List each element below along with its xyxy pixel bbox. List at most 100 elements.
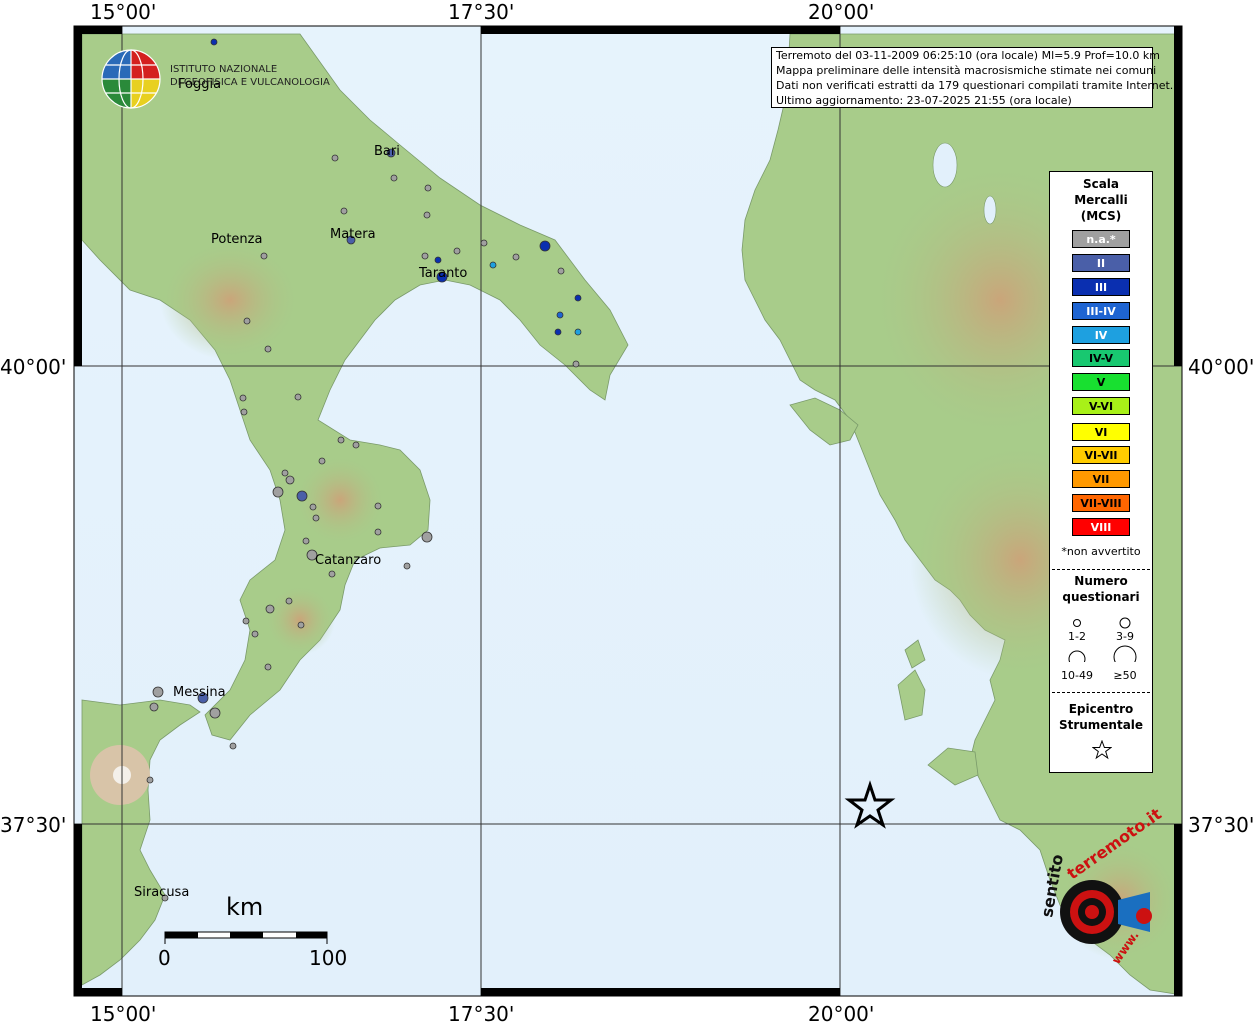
point-na [374, 528, 382, 536]
lat-tick-right: 40°00' [1188, 355, 1254, 379]
point-na [285, 475, 295, 485]
lat-tick-left: 40°00' [0, 355, 67, 379]
point-na [328, 570, 336, 578]
legend-swatch: III [1072, 278, 1130, 296]
legend: Scala Mercalli (MCS) n.a.* II III III-IV… [1049, 171, 1153, 773]
legend-epicenter-title: Strumentale [1058, 718, 1144, 732]
point-na [260, 252, 268, 260]
legend-title: Scala [1082, 177, 1120, 191]
city-label-potenza: Potenza [211, 232, 262, 247]
city-label-taranto: Taranto [418, 266, 467, 281]
legend-swatch: V [1072, 373, 1130, 391]
legend-swatch: VI-VII [1072, 446, 1130, 464]
legend-swatch: IV-V [1072, 349, 1130, 367]
terrain-shade [265, 585, 335, 655]
point-na [229, 742, 237, 750]
legend-swatch: III-IV [1072, 302, 1130, 320]
city-label-siracusa: Siracusa [134, 885, 189, 900]
scale-unit: km [226, 893, 264, 921]
point-na [146, 776, 154, 784]
point-iii [434, 256, 442, 264]
legend-not-felt: *non avvertito [1061, 545, 1141, 558]
size-label: 3-9 [1116, 630, 1134, 643]
point-iii [554, 328, 562, 336]
legend-swatch: VII [1072, 470, 1130, 488]
point-na [421, 252, 429, 260]
institute-name: ISTITUTO NAZIONALE DI GEOFISICA E VULCAN… [170, 64, 330, 88]
earthquake-info-box: Terremoto del 03-11-2009 06:25:10 (ora l… [771, 47, 1174, 108]
lake [983, 195, 997, 225]
point-na [480, 239, 488, 247]
city-label-matera: Matera [330, 227, 376, 242]
point-ii [296, 490, 308, 502]
lat-tick-left: 37°30' [0, 813, 67, 837]
legend-swatch: VIII [1072, 518, 1130, 536]
point-na [285, 597, 293, 605]
lake [932, 142, 958, 188]
point-na [294, 393, 302, 401]
ingv-globe-logo [101, 49, 161, 109]
point-na [152, 686, 164, 698]
point-na [423, 211, 431, 219]
point-na [512, 253, 520, 261]
lon-tick-top: 20°00' [808, 0, 875, 24]
lat-tick-right: 37°30' [1188, 813, 1254, 837]
legend-swatch: n.a.* [1072, 230, 1130, 248]
scale-min: 0 [158, 946, 171, 970]
point-na [281, 469, 289, 477]
point-na [251, 630, 259, 638]
point-na [243, 317, 251, 325]
city-label-messina: Messina [173, 685, 226, 700]
point-na [149, 702, 159, 712]
city-label-catanzaro: Catanzaro [315, 553, 381, 568]
legend-swatch: VI [1072, 423, 1130, 441]
point-na [239, 394, 247, 402]
point-iii-iv [556, 311, 564, 319]
point-na [337, 436, 345, 444]
legend-title: Mercalli [1074, 193, 1128, 207]
point-na [374, 502, 382, 510]
legend-swatch: V-VI [1072, 397, 1130, 415]
point-na [265, 604, 275, 614]
point-na [572, 360, 580, 368]
size-label: 1-2 [1068, 630, 1086, 643]
terrain-shade [295, 455, 385, 545]
lon-tick-bottom: 20°00' [808, 1002, 875, 1026]
point-na [312, 514, 320, 522]
point-na [340, 207, 348, 215]
point-na [557, 267, 565, 275]
info-line: Dati non verificati estratti da 179 ques… [776, 79, 1174, 92]
point-na [453, 247, 461, 255]
lon-tick-bottom: 17°30' [448, 1002, 515, 1026]
info-line: Mappa preliminare delle intensità macros… [776, 64, 1157, 77]
point-na [302, 537, 310, 545]
point-na [209, 707, 221, 719]
point-na [318, 457, 326, 465]
legend-count-title: questionari [1062, 590, 1140, 604]
point-na [297, 621, 305, 629]
lon-tick-top: 15°00' [90, 0, 157, 24]
size-label: ≥50 [1113, 669, 1137, 682]
point-na [264, 345, 272, 353]
info-line: Ultimo aggiornamento: 23-07-2025 21:55 (… [776, 94, 1072, 107]
point-iv [574, 328, 582, 336]
legend-title: (MCS) [1080, 209, 1122, 223]
lon-tick-bottom: 15°00' [90, 1002, 157, 1026]
scale-max: 100 [309, 946, 348, 970]
point-na [331, 154, 339, 162]
terrain-shade [160, 240, 300, 360]
point-na [264, 663, 272, 671]
city-label-bari: Bari [374, 144, 400, 159]
star-icon [1092, 740, 1112, 760]
point-na [240, 408, 248, 416]
size-label: 10-49 [1061, 669, 1093, 682]
point-na [352, 441, 360, 449]
lon-tick-top: 17°30' [448, 0, 515, 24]
legend-swatch: VII-VIII [1072, 494, 1130, 512]
point-na [309, 503, 317, 511]
point-iii [574, 294, 582, 302]
legend-count-title: Numero [1074, 574, 1128, 588]
point-iii [210, 38, 218, 46]
info-line: Terremoto del 03-11-2009 06:25:10 (ora l… [776, 49, 1160, 62]
point-na [424, 184, 432, 192]
